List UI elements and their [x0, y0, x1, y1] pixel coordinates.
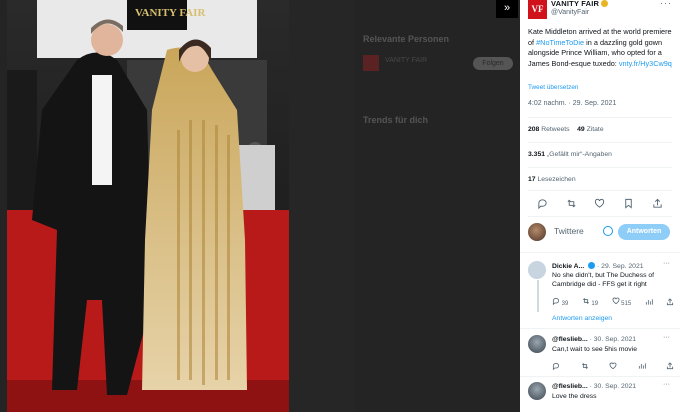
- background-sidebar: Relevante Personen VANITY FAIR Folgen Tr…: [355, 0, 520, 412]
- tweet-timestamp[interactable]: 4:02 nachm. · 29. Sep. 2021: [528, 100, 616, 107]
- emoji-icon[interactable]: [603, 226, 613, 236]
- analytics-icon[interactable]: [645, 298, 653, 306]
- vanity-fair-avatar[interactable]: VF: [528, 0, 547, 19]
- divider: [528, 142, 672, 143]
- reply-button[interactable]: Antworten: [618, 224, 670, 240]
- user-avatar[interactable]: [528, 223, 546, 241]
- retweet-icon[interactable]: [581, 362, 589, 370]
- retweets-stat[interactable]: 208 Retweets: [528, 126, 570, 133]
- reply-date[interactable]: · 29. Sep. 2021: [597, 263, 643, 270]
- reply-text: Can,t wait to see 5his movie: [552, 346, 638, 353]
- verified-badge-icon: [588, 262, 596, 269]
- avatar[interactable]: [528, 261, 546, 279]
- divider: [528, 167, 672, 168]
- reply-tweet[interactable]: Dickie A... · 29. Sep. 2021 ··· No she d…: [528, 260, 676, 311]
- reply-author[interactable]: @fleslieb...: [552, 383, 588, 390]
- reply-text: Love the dress: [552, 393, 597, 400]
- reply-tweet[interactable]: @fleslieb... · 30. Sep. 2021 ··· Can,t w…: [528, 334, 676, 373]
- reply-icon: [552, 297, 560, 305]
- reply-count[interactable]: 39: [552, 297, 568, 307]
- premiere-photo-illustration: VANITY FAIR: [7, 0, 289, 412]
- reply-author[interactable]: @fleslieb...: [552, 336, 588, 343]
- verified-badge-icon: [601, 0, 609, 7]
- background-vf-avatar: [363, 55, 379, 71]
- avatar[interactable]: [528, 335, 546, 353]
- photo-side-background: [289, 0, 355, 412]
- like-icon: [612, 297, 620, 305]
- relevant-people-heading: Relevante Personen: [363, 34, 450, 44]
- retweet-quote-stats: 208 Retweets 49 Zitate: [528, 126, 604, 133]
- analytics-icon[interactable]: [638, 362, 646, 370]
- expand-panel-button[interactable]: »: [496, 0, 518, 18]
- divider: [528, 117, 672, 118]
- retweet-icon[interactable]: [566, 198, 577, 209]
- hashtag-link[interactable]: #NoTimeToDie: [536, 38, 584, 47]
- background-vf-name: VANITY FAIR: [385, 57, 428, 64]
- account-handle[interactable]: @VanityFair: [551, 9, 589, 16]
- more-options-icon[interactable]: ···: [660, 0, 672, 8]
- reply-action-bar: [552, 362, 674, 370]
- article-link[interactable]: vnty.fr/Hy3Cw9q: [619, 59, 672, 68]
- reply-header: Dickie A... · 29. Sep. 2021: [552, 262, 644, 270]
- tweet-text: Kate Middleton arrived at the world prem…: [528, 27, 676, 69]
- show-replies-link[interactable]: Antworten anzeigen: [552, 315, 612, 322]
- reply-header: @fleslieb... · 30. Sep. 2021: [552, 383, 636, 390]
- share-icon[interactable]: [666, 298, 674, 306]
- reply-header: @fleslieb... · 30. Sep. 2021: [552, 336, 636, 343]
- retweet-icon: [582, 297, 590, 305]
- share-icon[interactable]: [652, 198, 663, 209]
- likes-stat[interactable]: 3.351 „Gefällt mir“-Angaben: [528, 151, 612, 158]
- more-options-icon[interactable]: ···: [663, 381, 670, 388]
- tweet-photo[interactable]: VANITY FAIR: [7, 0, 289, 412]
- trends-heading: Trends für dich: [363, 115, 429, 125]
- translate-tweet-link[interactable]: Tweet übersetzen: [528, 84, 578, 91]
- avatar[interactable]: [528, 382, 546, 400]
- reply-input[interactable]: Twittere: [554, 226, 584, 236]
- like-icon[interactable]: [609, 362, 617, 370]
- retweet-count[interactable]: 19: [582, 297, 598, 307]
- quotes-stat[interactable]: 49 Zitate: [577, 126, 603, 133]
- divider: [528, 190, 672, 191]
- reply-date[interactable]: · 30. Sep. 2021: [590, 383, 636, 390]
- poster-text: VANITY FAIR: [135, 7, 206, 19]
- tweet-action-bar: [528, 196, 672, 210]
- more-options-icon[interactable]: ···: [663, 334, 670, 341]
- like-count[interactable]: 515: [612, 297, 631, 307]
- reply-icon[interactable]: [552, 362, 560, 370]
- reply-tweet[interactable]: @fleslieb... · 30. Sep. 2021 ··· Love th…: [528, 381, 676, 412]
- like-icon[interactable]: [594, 198, 605, 209]
- reply-composer: Twittere Antworten: [528, 222, 672, 242]
- reply-action-bar: 39 19 515: [552, 297, 674, 307]
- divider: [528, 216, 672, 217]
- reply-author[interactable]: Dickie A...: [552, 263, 584, 270]
- tweet-detail-panel: VF VANITY FAIR @VanityFair ··· Kate Midd…: [520, 0, 680, 412]
- share-icon[interactable]: [666, 362, 674, 370]
- tweet-header: VF VANITY FAIR @VanityFair ···: [520, 0, 680, 22]
- account-name-text: VANITY FAIR: [551, 0, 600, 8]
- account-name[interactable]: VANITY FAIR: [551, 0, 609, 8]
- background-follow-button: Folgen: [473, 57, 513, 70]
- more-options-icon[interactable]: ···: [663, 260, 670, 267]
- reply-date[interactable]: · 30. Sep. 2021: [590, 336, 636, 343]
- divider: [520, 252, 680, 253]
- bookmark-icon[interactable]: [623, 198, 634, 209]
- divider: [520, 376, 680, 377]
- reply-icon[interactable]: [537, 198, 548, 209]
- bookmarks-stat[interactable]: 17 Lesezeichen: [528, 176, 576, 183]
- reply-text: No she didn't, but The Duchess of Cambri…: [552, 272, 655, 289]
- divider: [520, 328, 680, 329]
